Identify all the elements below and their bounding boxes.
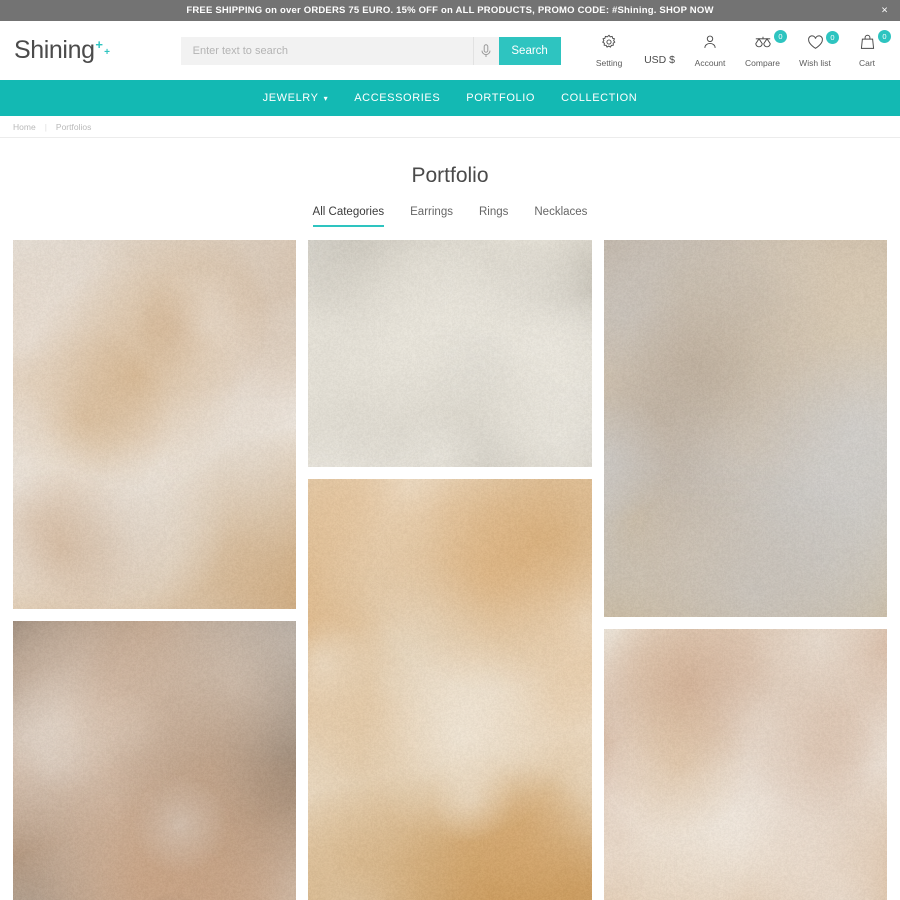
bag-icon (860, 34, 875, 55)
portfolio-column-2 (308, 240, 591, 900)
search-bar: Search (181, 37, 561, 65)
filter-necklaces[interactable]: Necklaces (534, 206, 587, 227)
cart-button[interactable]: 0 Cart (850, 34, 884, 68)
wishlist-button[interactable]: 0 Wish list (798, 35, 832, 68)
heart-icon (807, 35, 824, 55)
chevron-down-icon: ▾ (324, 94, 329, 103)
gear-icon (601, 34, 617, 55)
compare-button[interactable]: 0 Compare (745, 34, 780, 68)
close-icon[interactable]: × (881, 5, 888, 16)
portfolio-filters: All Categories Earrings Rings Necklaces (0, 206, 900, 227)
promo-banner: FREE SHIPPING on over ORDERS 75 EURO. 15… (0, 0, 900, 21)
account-button[interactable]: Account (693, 34, 727, 68)
logo-text: Shining (14, 36, 95, 64)
portfolio-column-3 (604, 240, 887, 900)
promo-banner-text: FREE SHIPPING on over ORDERS 75 EURO. 15… (186, 5, 713, 16)
portfolio-tile-3[interactable] (604, 240, 887, 617)
cart-badge: 0 (878, 30, 891, 43)
filter-earrings[interactable]: Earrings (410, 206, 453, 227)
header-tools: Setting USD $ Account 0 Compare 0 Wish l… (592, 34, 886, 68)
portfolio-column-1 (13, 240, 296, 900)
setting-label: Setting (596, 58, 622, 68)
wishlist-badge: 0 (826, 31, 839, 44)
cart-label: Cart (859, 58, 875, 68)
page-title: Portfolio (0, 164, 900, 188)
sparkle-icon-large: + (95, 38, 102, 51)
filter-rings[interactable]: Rings (479, 206, 508, 227)
site-header: Shining + + Search Setting USD $ (0, 21, 900, 80)
nav-item-accessories[interactable]: ACCESSORIES (354, 92, 440, 104)
portfolio-tile-5[interactable] (308, 479, 591, 900)
search-button[interactable]: Search (499, 37, 561, 65)
nav-item-collection[interactable]: COLLECTION (561, 92, 637, 104)
nav-item-portfolio[interactable]: PORTFOLIO (466, 92, 535, 104)
portfolio-grid (0, 240, 900, 900)
setting-button[interactable]: Setting (592, 34, 626, 68)
portfolio-tile-1[interactable] (13, 240, 296, 609)
compare-badge: 0 (774, 30, 787, 43)
breadcrumb-item-home[interactable]: Home (13, 122, 36, 132)
scales-icon (754, 34, 772, 55)
main-nav: JEWELRY ▾ ACCESSORIES PORTFOLIO COLLECTI… (0, 80, 900, 116)
nav-item-jewelry-label: JEWELRY (263, 92, 319, 104)
search-input[interactable] (181, 37, 473, 65)
microphone-icon[interactable] (473, 37, 499, 65)
account-label: Account (695, 58, 726, 68)
portfolio-tile-2[interactable] (308, 240, 591, 467)
breadcrumb: Home | Portfolios (0, 116, 900, 138)
currency-selector[interactable]: USD $ (644, 54, 675, 68)
user-icon (702, 34, 718, 55)
portfolio-tile-6[interactable] (604, 629, 887, 900)
site-logo[interactable]: Shining + + (14, 36, 111, 65)
nav-item-jewelry[interactable]: JEWELRY ▾ (263, 92, 329, 104)
wishlist-label: Wish list (799, 58, 831, 68)
filter-all-categories[interactable]: All Categories (313, 206, 385, 227)
portfolio-tile-4[interactable] (13, 621, 296, 900)
compare-label: Compare (745, 58, 780, 68)
sparkle-icon-small: + (104, 48, 109, 58)
breadcrumb-item-portfolios: Portfolios (56, 122, 91, 132)
breadcrumb-separator: | (45, 122, 47, 132)
